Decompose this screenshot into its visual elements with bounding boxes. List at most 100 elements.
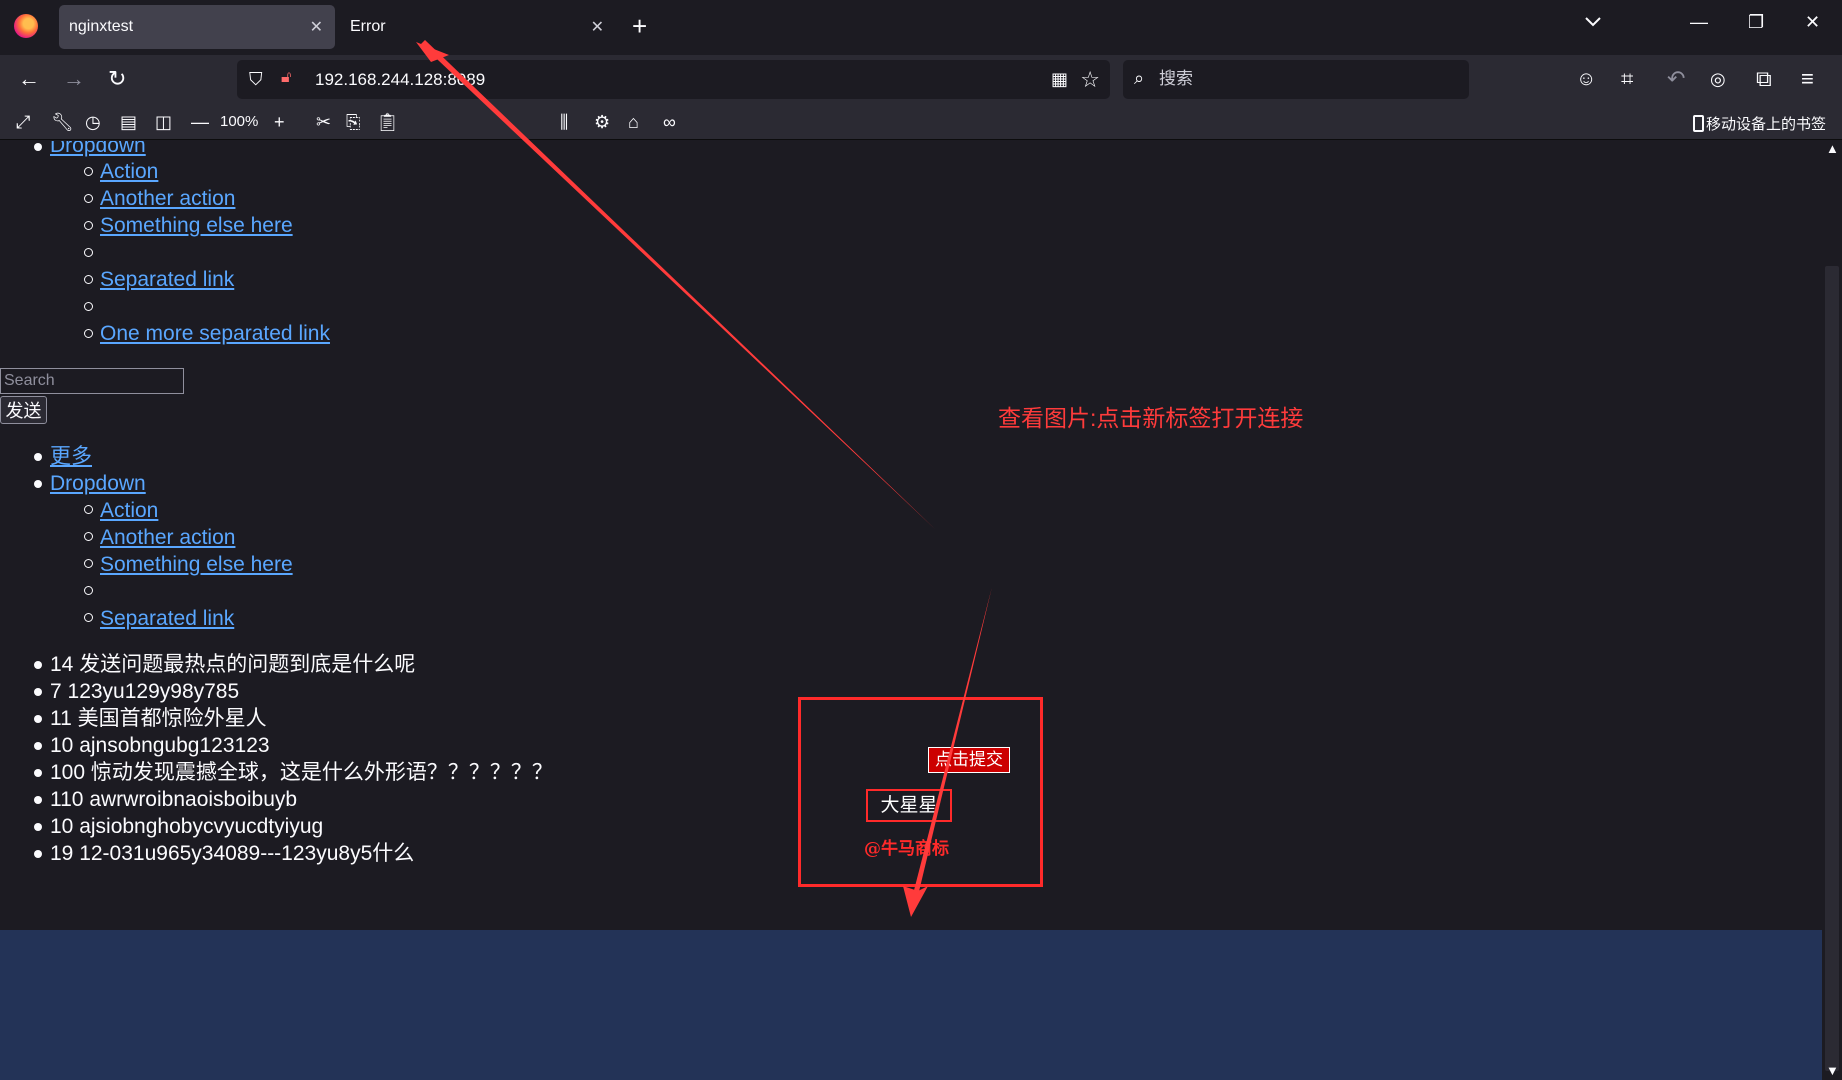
cut-icon[interactable]: ✂	[316, 112, 331, 132]
question-item: 7 123yu129y98y785	[50, 680, 240, 703]
qr-code-icon[interactable]: ▦	[1051, 69, 1068, 90]
restore-icon[interactable]: ❐	[1748, 12, 1764, 33]
home-icon[interactable]: ⌂	[628, 112, 639, 132]
zoom-level[interactable]: 100%	[220, 113, 258, 130]
list-bullet	[34, 143, 42, 151]
question-item: 10 ajsiobnghobycvyucdtyiyug	[50, 815, 324, 838]
bookmarks-toolbar: ⤢ 🔧︎ ◷ ▤ ◫ — 100% + ✂ ⎘ 📋︎ ⫼ ⚙ ⌂ ∞ 移动设备上…	[0, 105, 1842, 140]
paste-clipboard-icon[interactable]: 📋︎	[376, 112, 399, 132]
menu-item-action[interactable]: Action	[100, 158, 158, 185]
mobile-bookmarks-label: 移动设备上的书签	[1705, 116, 1826, 133]
list-bullet	[84, 559, 93, 568]
annotation-highlight-box	[798, 697, 1043, 887]
insecure-lock-icon[interactable]: 🔓︎	[281, 69, 291, 87]
forward-arrow-icon[interactable]: →	[63, 68, 85, 90]
list-bullet	[34, 823, 42, 831]
page-content: Dropdown Action Another action Something…	[0, 141, 1822, 1080]
search-icon: ⌕	[1134, 68, 1145, 88]
new-tab-plus-icon[interactable]: +	[632, 12, 647, 40]
close-tab-icon[interactable]: ✕	[310, 17, 323, 37]
extension-avatar-icon[interactable]: ☺	[1576, 68, 1596, 90]
list-bullet	[84, 275, 93, 284]
nav-dropdown-link[interactable]: Dropdown	[50, 470, 146, 497]
scroll-down-arrow-icon[interactable]: ▼	[1826, 1063, 1839, 1078]
close-tab-icon[interactable]: ✕	[591, 17, 604, 37]
question-item: 110 awrwroibnaoisboibuyb	[50, 788, 298, 811]
library-icon[interactable]: ⫼	[560, 112, 568, 132]
list-bullet	[34, 796, 42, 804]
list-all-tabs-chevron-icon[interactable]	[1585, 14, 1601, 32]
list-bullet	[34, 688, 42, 696]
list-bullet	[34, 742, 42, 750]
divider-bullet	[84, 248, 93, 257]
menu-item-another-action[interactable]: Another action	[100, 185, 235, 212]
reload-icon[interactable]: ↻	[108, 68, 126, 90]
question-item: 10 ajnsobngubg123123	[50, 734, 270, 757]
back-arrow-icon[interactable]: ←	[18, 68, 40, 90]
menu-item-another-action[interactable]: Another action	[100, 524, 235, 551]
zoom-out-icon[interactable]: —	[191, 112, 209, 132]
tab-error[interactable]: Error ✕	[340, 5, 616, 49]
list-bullet	[84, 532, 93, 541]
firefox-logo-icon[interactable]	[14, 14, 38, 38]
question-item: 100 惊动发现震撼全球，这是什么外形语？？？？？？	[50, 761, 553, 784]
nav-more-link[interactable]: 更多	[50, 443, 92, 470]
sidebar-icon[interactable]: ◫	[155, 112, 172, 132]
menu-item-something-else[interactable]: Something else here	[100, 212, 293, 239]
url-bar[interactable]: ⛉ 🔓︎ 192.168.244.128:8089 ▦ ☆	[237, 60, 1110, 99]
page-footer	[0, 930, 1822, 1080]
list-bullet	[34, 850, 42, 858]
send-button[interactable]: 发送	[0, 396, 47, 424]
bookmark-star-icon[interactable]: ☆	[1080, 67, 1100, 93]
tab-nginxtest[interactable]: nginxtest ✕	[59, 5, 335, 49]
undo-icon[interactable]: ↶	[1667, 68, 1685, 90]
url-text[interactable]: 192.168.244.128:8089	[315, 70, 485, 90]
private-mask-icon[interactable]: ∞	[663, 112, 676, 132]
close-window-icon[interactable]: ✕	[1805, 12, 1820, 33]
list-bullet	[84, 613, 93, 622]
history-clock-icon[interactable]: ◷	[85, 112, 101, 132]
tab-title: Error	[350, 18, 386, 35]
scrollbar-thumb[interactable]	[1825, 266, 1839, 1071]
menu-item-separated-link[interactable]: Separated link	[100, 266, 234, 293]
minimize-icon[interactable]: —	[1690, 12, 1708, 33]
search-bar[interactable]: ⌕	[1123, 60, 1469, 99]
nav-dropdown-link[interactable]: Dropdown	[50, 141, 146, 159]
downloads-folder-icon[interactable]: ▤	[120, 112, 137, 132]
list-bullet	[34, 769, 42, 777]
menu-item-separated-link[interactable]: Separated link	[100, 605, 234, 632]
fullscreen-icon[interactable]: ⤢	[16, 112, 30, 132]
tab-title: nginxtest	[69, 18, 134, 35]
wrench-icon[interactable]: 🔧︎	[51, 112, 74, 132]
crop-screenshot-icon[interactable]: ⌗	[1621, 68, 1633, 90]
tracking-shield-icon[interactable]: ⛉	[249, 69, 263, 90]
list-bullet	[34, 453, 42, 461]
page-search-input[interactable]	[0, 368, 184, 394]
extensions-puzzle-icon[interactable]: ⧉	[1756, 68, 1772, 90]
phone-icon	[1692, 115, 1704, 132]
list-bullet	[34, 661, 42, 669]
question-item: 19 12-031u965y34089---123yu8y5什么	[50, 842, 415, 865]
settings-gear-icon[interactable]: ⚙	[594, 112, 610, 132]
list-bullet	[84, 329, 93, 338]
menu-hamburger-icon[interactable]: ≡	[1801, 68, 1814, 90]
reader-glasses-icon[interactable]: ◎	[1710, 68, 1726, 90]
menu-item-action[interactable]: Action	[100, 497, 158, 524]
list-bullet	[84, 221, 93, 230]
page-scrollbar[interactable]: ▲ ▼	[1822, 141, 1842, 1080]
list-bullet	[34, 480, 42, 488]
list-bullet	[34, 715, 42, 723]
search-input[interactable]	[1159, 68, 1449, 90]
navigation-toolbar: ← → ↻ ⛉ 🔓︎ 192.168.244.128:8089 ▦ ☆ ⌕ ☺ …	[0, 55, 1842, 105]
annotation-text: 查看图片:点击新标签打开连接	[998, 405, 1304, 431]
tab-strip: nginxtest ✕ Error ✕ + — ❐ ✕	[0, 0, 1842, 55]
menu-item-something-else[interactable]: Something else here	[100, 551, 293, 578]
menu-item-one-more-separated[interactable]: One more separated link	[100, 320, 330, 347]
scroll-up-arrow-icon[interactable]: ▲	[1826, 141, 1839, 156]
copy-icon[interactable]: ⎘	[346, 112, 360, 132]
divider-bullet	[84, 302, 93, 311]
mobile-bookmarks[interactable]: 移动设备上的书签	[1692, 113, 1826, 134]
list-bullet	[84, 167, 93, 176]
zoom-in-icon[interactable]: +	[274, 112, 285, 132]
question-item: 14 发送问题最热点的问题到底是什么呢	[50, 653, 416, 676]
